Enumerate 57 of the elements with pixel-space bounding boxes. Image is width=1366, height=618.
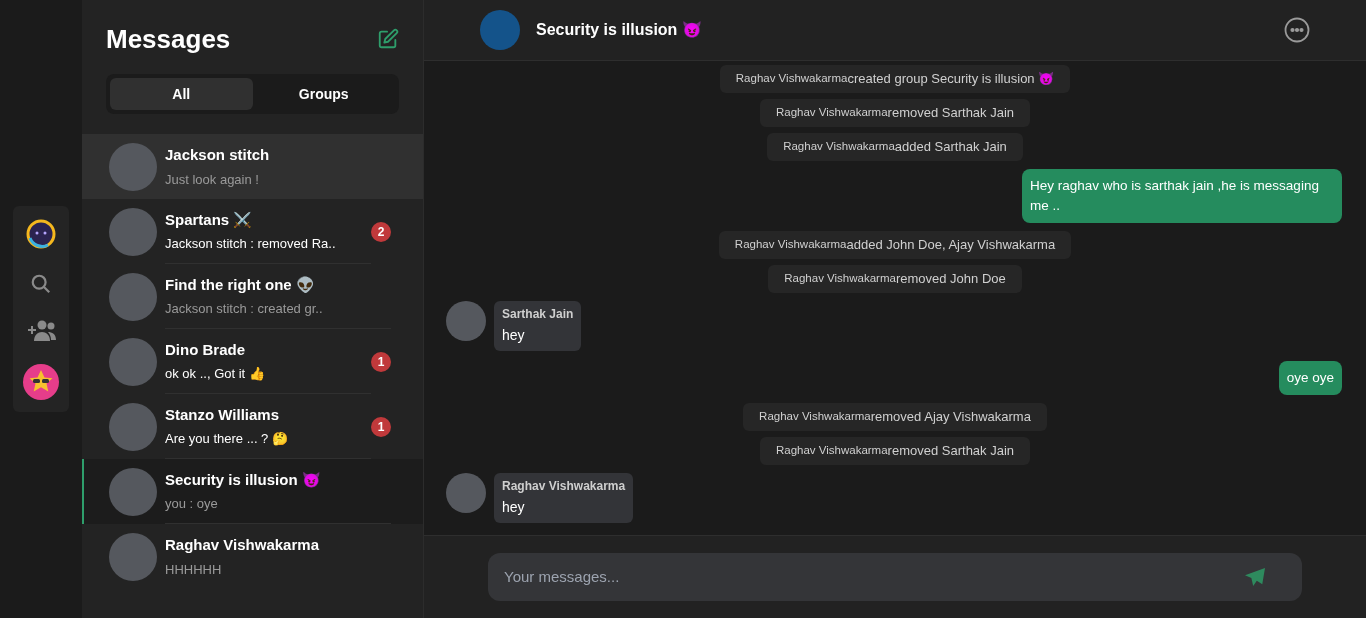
message-preview: HHHHHH bbox=[165, 560, 223, 579]
system-message: Raghav Vishwakarmaremoved Sarthak Jain bbox=[759, 437, 1031, 465]
message-preview: you : oye bbox=[165, 495, 219, 513]
contact-name: Find the right one 👽 bbox=[165, 274, 316, 295]
conversation-item[interactable]: Jackson stitch Just look again ! bbox=[82, 134, 423, 199]
more-options-icon[interactable] bbox=[1284, 17, 1310, 43]
unread-count-badge: 1 bbox=[371, 351, 391, 372]
message-preview: Jackson stitch : removed Ra.. bbox=[165, 235, 337, 253]
search-icon[interactable] bbox=[30, 273, 52, 296]
unread-count-badge: 1 bbox=[371, 416, 391, 437]
send-icon[interactable] bbox=[1244, 567, 1266, 587]
avatar bbox=[109, 337, 157, 386]
profile-avatar[interactable] bbox=[23, 364, 59, 400]
system-message: Raghav Vishwakarmaremoved Ajay Vishwakarma bbox=[743, 403, 1047, 431]
outgoing-message: oye oye bbox=[1278, 361, 1342, 395]
conversation-item[interactable]: Spartans ⚔ Jackson stitch : removed Ra.. 2 bbox=[82, 199, 423, 264]
tab[interactable]: Groups bbox=[252, 78, 395, 110]
chat-title: Security is illusion 😈 bbox=[536, 20, 702, 40]
unread-count-badge: 2 bbox=[371, 221, 391, 242]
system-message: Raghav Vishwakarmaadded Sarthak Jain bbox=[767, 133, 1023, 161]
conversation-item[interactable]: Find the right one 👽 Jackson stitch : created gr.. bbox=[82, 264, 423, 329]
contact-name: Spartans ⚔ bbox=[165, 209, 254, 230]
message-preview: Jackson stitch : created gr.. bbox=[165, 300, 324, 318]
message-text: hey bbox=[502, 498, 526, 517]
system-message: Raghav Vishwakarmaremoved Sarthak Jain bbox=[759, 99, 1031, 127]
contact-name: Raghav Vishwakarma bbox=[165, 535, 320, 555]
message-preview: Are you there ... ? 🤔 bbox=[165, 430, 289, 448]
sidebar-title: Messages bbox=[106, 22, 231, 56]
avatar bbox=[109, 402, 157, 451]
contact-name: Stanzo Williams bbox=[165, 404, 281, 425]
sender-name: Sarthak Jain bbox=[502, 306, 574, 323]
contact-name: Dino Brade bbox=[165, 339, 246, 360]
compose-icon[interactable] bbox=[377, 28, 399, 50]
conversation-item[interactable]: Security is illusion 😈 you : oye bbox=[82, 459, 423, 524]
message-preview: ok ok .., Got it 👍 bbox=[165, 365, 266, 383]
avatar bbox=[446, 473, 486, 513]
avatar bbox=[109, 142, 157, 191]
contact-name: Jackson stitch bbox=[165, 145, 271, 165]
message-input[interactable]: Your messages... bbox=[488, 553, 1302, 601]
system-message: Raghav Vishwakarmaadded John Doe, Ajay Vishwakarma bbox=[718, 231, 1072, 259]
outgoing-message: Hey raghav who is sarthak jain ,he is messaging me .. bbox=[1022, 169, 1342, 223]
avatar bbox=[480, 10, 520, 50]
sender-name: Raghav Vishwakarma bbox=[502, 478, 626, 495]
message-text: hey bbox=[502, 326, 526, 345]
conversation-item[interactable]: Raghav Vishwakarma HHHHHH bbox=[82, 524, 423, 589]
system-message: Raghav Vishwakarmacreated group Security is illusion 😈 bbox=[719, 65, 1071, 93]
app-logo-icon[interactable] bbox=[25, 218, 57, 250]
system-message: Raghav Vishwakarmaremoved John Doe bbox=[768, 265, 1022, 293]
tab[interactable]: All bbox=[110, 78, 253, 110]
avatar bbox=[109, 272, 157, 321]
avatar bbox=[446, 301, 486, 341]
conversation-item[interactable]: Dino Brade ok ok .., Got it 👍 1 bbox=[82, 329, 423, 394]
message-preview: Just look again ! bbox=[165, 170, 260, 189]
avatar bbox=[109, 467, 157, 516]
contact-name: Security is illusion 😈 bbox=[165, 469, 322, 490]
avatar bbox=[109, 532, 157, 581]
avatar bbox=[109, 207, 157, 256]
